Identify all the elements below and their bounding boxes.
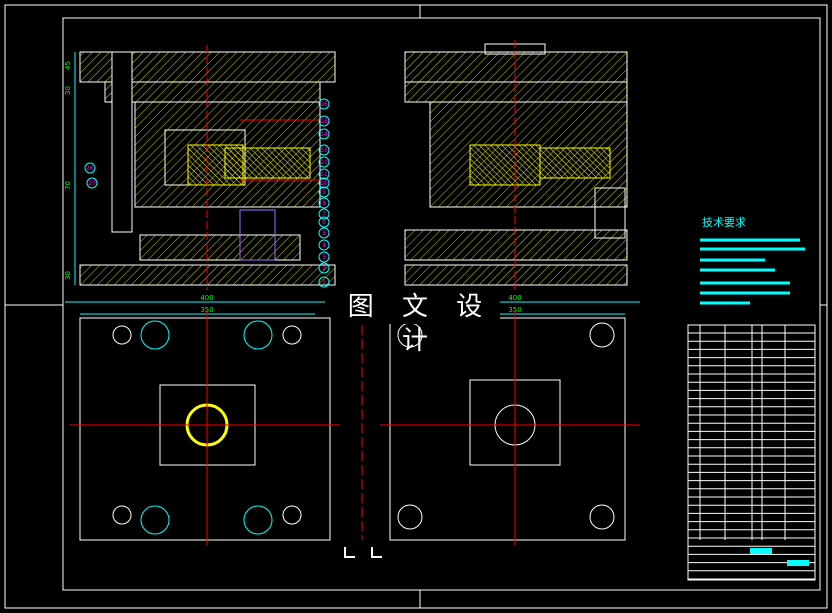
part-balloon: 3 — [318, 251, 330, 263]
svg-text:13: 13 — [320, 147, 328, 154]
part-balloon: 5 — [318, 227, 330, 239]
svg-text:8: 8 — [322, 200, 326, 207]
part-balloon: 12 — [318, 156, 330, 168]
svg-text:400: 400 — [508, 294, 521, 302]
svg-text:14: 14 — [320, 131, 328, 138]
svg-text:400: 400 — [200, 294, 213, 302]
svg-text:27: 27 — [88, 180, 96, 187]
svg-text:12: 12 — [320, 159, 328, 166]
section-view-left — [74, 45, 336, 290]
part-balloon: 7 — [318, 208, 330, 220]
tech-requirements-text — [700, 238, 805, 305]
svg-text:1: 1 — [322, 279, 326, 286]
part-balloon: 27 — [86, 177, 98, 189]
svg-text:26: 26 — [86, 165, 94, 172]
left-dimension-labels: 45 30 70 30 — [64, 61, 72, 280]
svg-text:10: 10 — [320, 180, 328, 187]
svg-text:70: 70 — [64, 181, 72, 190]
part-balloon: 11 — [318, 168, 330, 180]
svg-text:16: 16 — [320, 101, 328, 108]
svg-text:2: 2 — [322, 265, 326, 272]
svg-text:6: 6 — [322, 219, 326, 226]
svg-text:30: 30 — [64, 86, 72, 95]
svg-text:15: 15 — [320, 118, 328, 125]
svg-text:5: 5 — [322, 230, 326, 237]
part-balloon: 15 — [318, 115, 330, 127]
plan-view-left: 400 350 — [65, 294, 340, 545]
svg-text:7: 7 — [322, 211, 326, 218]
svg-text:9: 9 — [322, 189, 326, 196]
svg-text:11: 11 — [320, 171, 328, 178]
svg-text:45: 45 — [64, 61, 72, 70]
part-balloon: 14 — [318, 128, 330, 140]
svg-text:30: 30 — [64, 271, 72, 280]
part-balloon: 16 — [318, 98, 330, 110]
part-balloon: 4 — [318, 239, 330, 251]
svg-text:4: 4 — [322, 242, 326, 249]
part-balloon: 26 — [84, 162, 96, 174]
bill-of-materials-table — [687, 324, 816, 581]
section-view-right — [404, 40, 628, 290]
svg-text:3: 3 — [322, 254, 326, 261]
part-balloon: 13 — [318, 144, 330, 156]
watermark: 图 文 设 计 — [340, 290, 500, 356]
tech-requirements-title: 技术要求 — [702, 216, 746, 229]
